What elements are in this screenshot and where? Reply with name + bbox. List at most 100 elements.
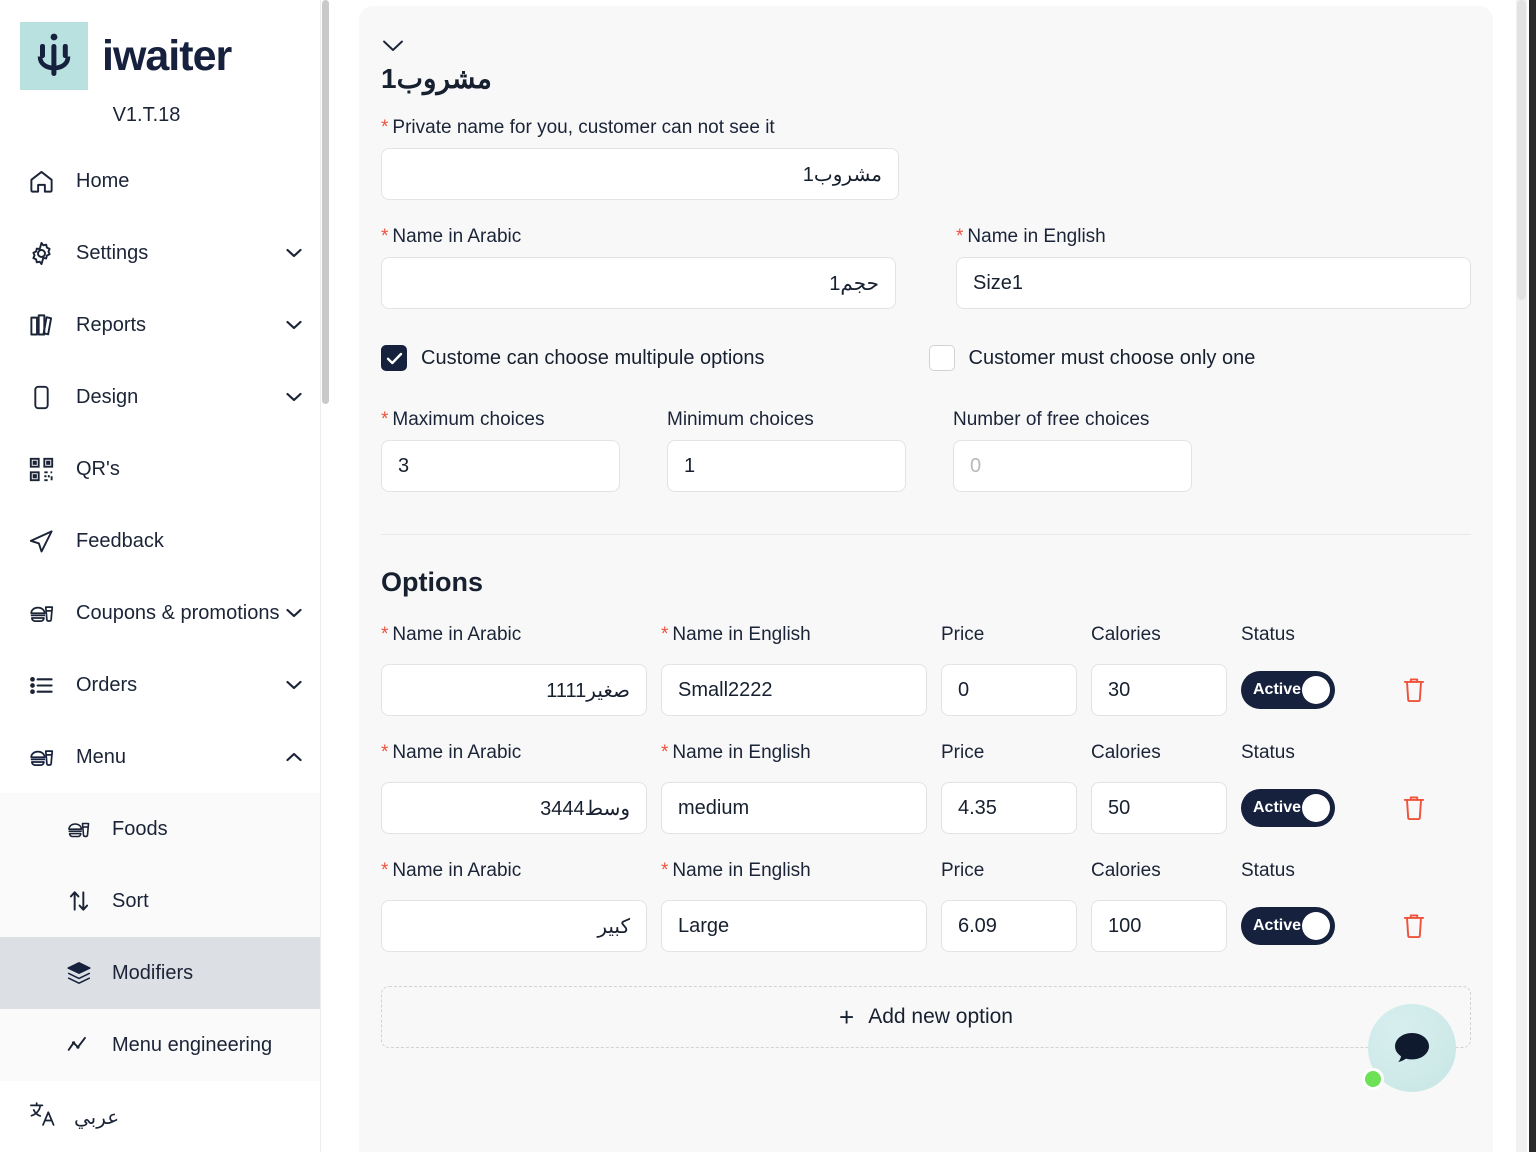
option-arabic-label: *Name in Arabic <box>381 860 647 882</box>
chevron-down-icon[interactable] <box>283 680 305 690</box>
sidebar-item-modifiers[interactable]: Modifiers <box>0 937 331 1009</box>
chevron-down-icon[interactable] <box>283 248 305 258</box>
sidebar-item-label: Modifiers <box>112 962 193 985</box>
minimum-choices-group: Minimum choices 1 <box>667 409 906 492</box>
name-english-input[interactable]: Size1 <box>956 257 1471 309</box>
option-english-label: *Name in English <box>661 624 927 646</box>
sidebar-item-coupons-promotions[interactable]: Coupons & promotions <box>0 577 331 649</box>
brand-name: iwaiter <box>102 35 231 78</box>
sidebar-item-sort[interactable]: Sort <box>0 865 331 937</box>
option-calories-input[interactable]: 100 <box>1091 900 1227 952</box>
option-price-input[interactable]: 4.35 <box>941 782 1077 834</box>
sidebar-item-label: Foods <box>112 818 168 841</box>
maximum-choices-input[interactable]: 3 <box>381 440 620 492</box>
option-calories-label: Calories <box>1091 742 1227 764</box>
sidebar-item-label: Design <box>76 386 283 409</box>
chevron-up-icon[interactable] <box>283 752 305 762</box>
brand-logo[interactable]: iwaiter <box>0 0 331 90</box>
delete-option-button[interactable] <box>1401 912 1427 940</box>
private-name-input[interactable]: مشروب1 <box>381 148 899 200</box>
sidebar-scrollbar[interactable] <box>320 0 331 1152</box>
option-calories-input[interactable]: 50 <box>1091 782 1227 834</box>
option-status-label: Status <box>1241 742 1379 764</box>
name-english-label: *Name in English <box>956 226 1471 248</box>
paper-plane-icon <box>28 528 62 555</box>
chevron-down-icon[interactable] <box>283 392 305 402</box>
status-toggle[interactable]: Active <box>1241 671 1335 709</box>
sidebar-item-home[interactable]: Home <box>0 145 331 217</box>
sidebar-item-design[interactable]: Design <box>0 361 331 433</box>
checkbox-unchecked-icon <box>929 345 955 371</box>
sidebar-item-orders[interactable]: Orders <box>0 649 331 721</box>
option-price-label: Price <box>941 742 1077 764</box>
burger-drink-icon <box>28 743 62 771</box>
add-new-option-button[interactable]: + Add new option <box>381 986 1471 1048</box>
option-english-input[interactable]: medium <box>661 782 927 834</box>
chevron-down-icon[interactable] <box>283 320 305 330</box>
menu-submenu: Foods Sort <box>0 793 331 1081</box>
option-calories-input[interactable]: 30 <box>1091 664 1227 716</box>
sidebar-item-qrs[interactable]: QR's <box>0 433 331 505</box>
option-row: *Name in Arabic *Name in English Price C… <box>381 624 1471 716</box>
name-arabic-label: *Name in Arabic <box>381 226 896 248</box>
option-price-input[interactable]: 0 <box>941 664 1077 716</box>
status-toggle-label: Active <box>1253 799 1301 817</box>
minimum-choices-input[interactable]: 1 <box>667 440 906 492</box>
language-switcher[interactable]: عربي <box>0 1081 331 1152</box>
option-price-input[interactable]: 6.09 <box>941 900 1077 952</box>
main-scrollbar-thumb[interactable] <box>1517 0 1526 300</box>
sidebar-item-settings[interactable]: Settings <box>0 217 331 289</box>
option-arabic-input[interactable]: كبير <box>381 900 647 952</box>
sidebar-item-foods[interactable]: Foods <box>0 793 331 865</box>
window-edge <box>1529 0 1536 1152</box>
maximum-choices-label: *Maximum choices <box>381 409 620 431</box>
choice-limits-row: *Maximum choices 3 Minimum choices 1 Num… <box>381 409 1471 492</box>
sidebar-item-menu-engineering[interactable]: Menu engineering <box>0 1009 331 1081</box>
books-icon <box>28 312 62 339</box>
sidebar-item-reports[interactable]: Reports <box>0 289 331 361</box>
option-row-headers: *Name in Arabic *Name in English Price C… <box>381 742 1471 773</box>
name-arabic-input[interactable]: حجم1 <box>381 257 896 309</box>
sidebar-item-label: Reports <box>76 314 283 337</box>
language-label: عربي <box>74 1105 119 1130</box>
status-toggle[interactable]: Active <box>1241 789 1335 827</box>
chevron-down-icon[interactable] <box>283 608 305 618</box>
option-arabic-input[interactable]: وسط3444 <box>381 782 647 834</box>
option-row: *Name in Arabic *Name in English Price C… <box>381 860 1471 952</box>
option-status-label: Status <box>1241 860 1379 882</box>
toggle-knob <box>1302 912 1330 940</box>
free-choices-input[interactable]: 0 <box>953 440 1192 492</box>
list-icon <box>28 672 62 699</box>
sidebar-item-label: Sort <box>112 890 149 913</box>
required-asterisk: * <box>661 624 668 645</box>
required-asterisk: * <box>381 226 388 247</box>
option-status-label: Status <box>1241 624 1379 646</box>
status-toggle[interactable]: Active <box>1241 907 1335 945</box>
choice-mode-checkboxes: Custome can choose multipule options Cus… <box>381 345 1471 371</box>
option-arabic-input[interactable]: صغير1111 <box>381 664 647 716</box>
sidebar-nav: Home Settings <box>0 145 331 1152</box>
option-english-input[interactable]: Large <box>661 900 927 952</box>
collapse-chevron-down-icon[interactable] <box>381 38 405 56</box>
sidebar-item-menu[interactable]: Menu <box>0 721 331 793</box>
only-one-checkbox[interactable]: Customer must choose only one <box>929 345 1256 371</box>
option-row-headers: *Name in Arabic *Name in English Price C… <box>381 624 1471 655</box>
delete-option-button[interactable] <box>1401 794 1427 822</box>
multiple-options-checkbox[interactable]: Custome can choose multipule options <box>381 345 765 371</box>
free-choices-label: Number of free choices <box>953 409 1192 431</box>
free-choices-placeholder: 0 <box>970 455 981 478</box>
required-asterisk: * <box>381 117 388 138</box>
sidebar-item-feedback[interactable]: Feedback <box>0 505 331 577</box>
required-asterisk: * <box>956 226 963 247</box>
sidebar-item-label: Coupons & promotions <box>76 602 283 625</box>
required-asterisk: * <box>661 742 668 763</box>
option-arabic-label: *Name in Arabic <box>381 624 647 646</box>
option-english-input[interactable]: Small2222 <box>661 664 927 716</box>
delete-option-button[interactable] <box>1401 676 1427 704</box>
sidebar-scrollbar-thumb[interactable] <box>322 0 329 404</box>
option-row-fields: صغير1111 Small2222 0 30 Active <box>381 664 1471 716</box>
add-new-option-label: Add new option <box>868 1005 1013 1029</box>
home-icon <box>28 168 62 195</box>
sort-arrows-icon <box>66 888 98 914</box>
option-status-cell: Active <box>1241 907 1379 945</box>
